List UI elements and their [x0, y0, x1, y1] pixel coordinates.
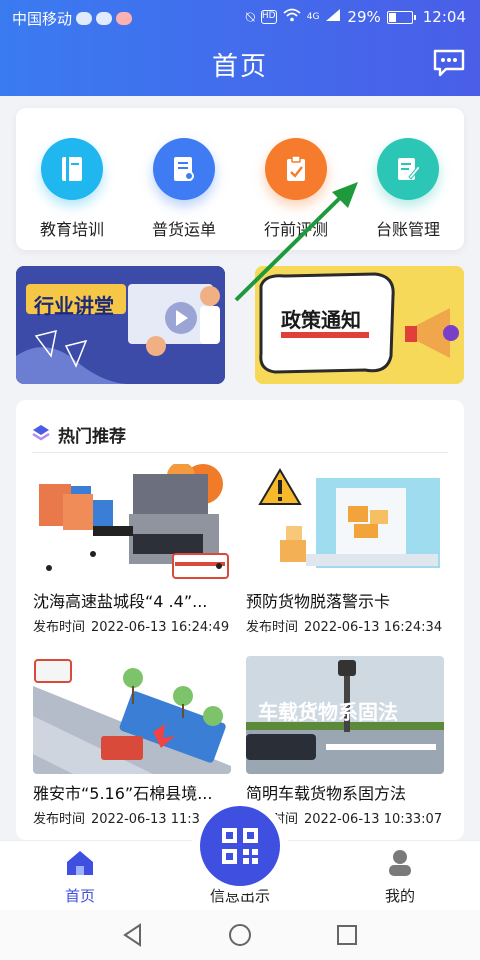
app-header: 中国移动 ⍉ HD 4G 29% 12:04 首页 — [0, 0, 480, 96]
waybill-icon — [153, 138, 215, 200]
home-icon — [67, 851, 93, 875]
news-item[interactable]: 车载货物系固法 简明车载货物系固方法 发布时间 2022-06-13 10:33:… — [246, 656, 444, 827]
qr-code-button[interactable] — [200, 806, 280, 886]
news-title: 沈海高速盐城段“4 .4”... — [33, 592, 208, 611]
news-time: 2022-06-13 16:24:49 — [91, 620, 230, 635]
news-title: 雅安市“5.16”石棉县境... — [33, 784, 213, 803]
quick-item-label: 教育培训 — [39, 220, 104, 239]
news-thumbnail — [246, 464, 444, 582]
hot-recommend-section: 热门推荐 沈海高速盐城段“4 .4”... 发布时间 2022-06-13 16… — [16, 400, 464, 840]
news-time-label: 发布时间 — [33, 620, 86, 635]
nav-mine[interactable]: 我的 — [340, 849, 460, 906]
nav-home-label: 首页 — [64, 887, 95, 905]
battery-icon — [386, 10, 416, 24]
news-meta: 发布时间 2022-06-13 16:24:34 — [246, 616, 444, 635]
chat-bubble-icon — [433, 49, 465, 77]
news-thumbnail: 车载货物系固法 — [246, 656, 444, 774]
back-button[interactable] — [120, 922, 146, 948]
wifi-icon — [283, 8, 301, 26]
signal-icon — [325, 8, 341, 26]
news-time-label: 发布时间 — [246, 620, 299, 635]
banner-title: 行业讲堂 — [34, 294, 114, 318]
nav-info-show-label: 信息出示 — [209, 887, 270, 905]
message-button[interactable] — [432, 48, 466, 78]
news-title: 预防货物脱落警示卡 — [246, 592, 391, 611]
news-meta: 发布时间 2022-06-13 10:33:07 — [246, 808, 444, 827]
news-time-label: 发布时间 — [33, 812, 86, 827]
page-title: 首页 — [211, 52, 268, 82]
banner-title: 政策通知 — [281, 308, 361, 332]
quick-item-label: 台账管理 — [375, 220, 440, 239]
news-item[interactable]: 预防货物脱落警示卡 发布时间 2022-06-13 16:24:34 — [246, 464, 444, 635]
battery-percent: 29% — [347, 8, 381, 26]
recents-button[interactable] — [334, 922, 360, 948]
news-thumbnail — [33, 656, 231, 774]
thumbnail-caption: 车载货物系固法 — [258, 700, 398, 724]
user-icon — [389, 850, 411, 876]
policy-notice-banner[interactable]: 政策通知 — [255, 266, 464, 384]
news-time: 2022-06-13 11:3 — [91, 812, 200, 827]
news-item[interactable]: 雅安市“5.16”石棉县境... 发布时间 2022-06-13 11:3 — [33, 656, 231, 827]
divider — [32, 452, 448, 453]
layers-icon — [32, 424, 50, 446]
circle-home-icon — [229, 924, 251, 946]
home-system-button[interactable] — [227, 922, 253, 948]
nav-home[interactable]: 首页 — [20, 849, 140, 906]
nav-info-show[interactable]: 信息出示 — [180, 885, 300, 906]
square-recents-icon — [337, 925, 357, 945]
news-title: 简明车载货物系固方法 — [246, 784, 407, 803]
qr-code-icon — [222, 828, 258, 864]
quick-item-education[interactable]: 教育培训 — [17, 138, 127, 240]
carrier-text: 中国移动 — [12, 10, 73, 28]
news-thumbnail — [33, 464, 231, 582]
status-bar: 中国移动 ⍉ HD 4G 29% 12:04 — [0, 0, 480, 34]
news-meta: 发布时间 2022-06-13 16:24:49 — [33, 616, 231, 635]
silent-icon: ⍉ — [245, 8, 255, 26]
clipboard-icon — [265, 138, 327, 200]
nav-mine-label: 我的 — [384, 887, 415, 905]
network-type: 4G — [306, 12, 320, 22]
clock-time: 12:04 — [422, 8, 466, 26]
news-meta: 发布时间 2022-06-13 11:3 — [33, 808, 231, 827]
quick-item-waybill[interactable]: 普货运单 — [129, 138, 239, 240]
chat-notification-icon — [76, 12, 93, 25]
quick-item-pretrip-check[interactable]: 行前评测 — [241, 138, 351, 240]
news-time: 2022-06-13 16:24:34 — [304, 620, 443, 635]
industry-lecture-banner[interactable]: 行业讲堂 — [16, 266, 225, 384]
quick-menu-card: 教育培训 普货运单 行前评测 台账管理 — [16, 108, 464, 250]
quick-item-label: 普货运单 — [151, 220, 216, 239]
back-triangle-icon — [123, 923, 141, 947]
quick-item-label: 行前评测 — [263, 220, 328, 239]
book-icon — [41, 138, 103, 200]
system-navigation-bar — [0, 910, 480, 960]
banner-illustration — [16, 266, 225, 384]
section-title: 热门推荐 — [58, 427, 126, 447]
wechat-notification-icon — [96, 12, 113, 25]
ledger-edit-icon — [377, 138, 439, 200]
news-time: 2022-06-13 10:33:07 — [304, 812, 443, 827]
app-notification-icon — [116, 12, 133, 25]
news-item[interactable]: 沈海高速盐城段“4 .4”... 发布时间 2022-06-13 16:24:49 — [33, 464, 231, 635]
quick-item-ledger[interactable]: 台账管理 — [353, 138, 463, 240]
hd-icon: HD — [260, 10, 277, 24]
